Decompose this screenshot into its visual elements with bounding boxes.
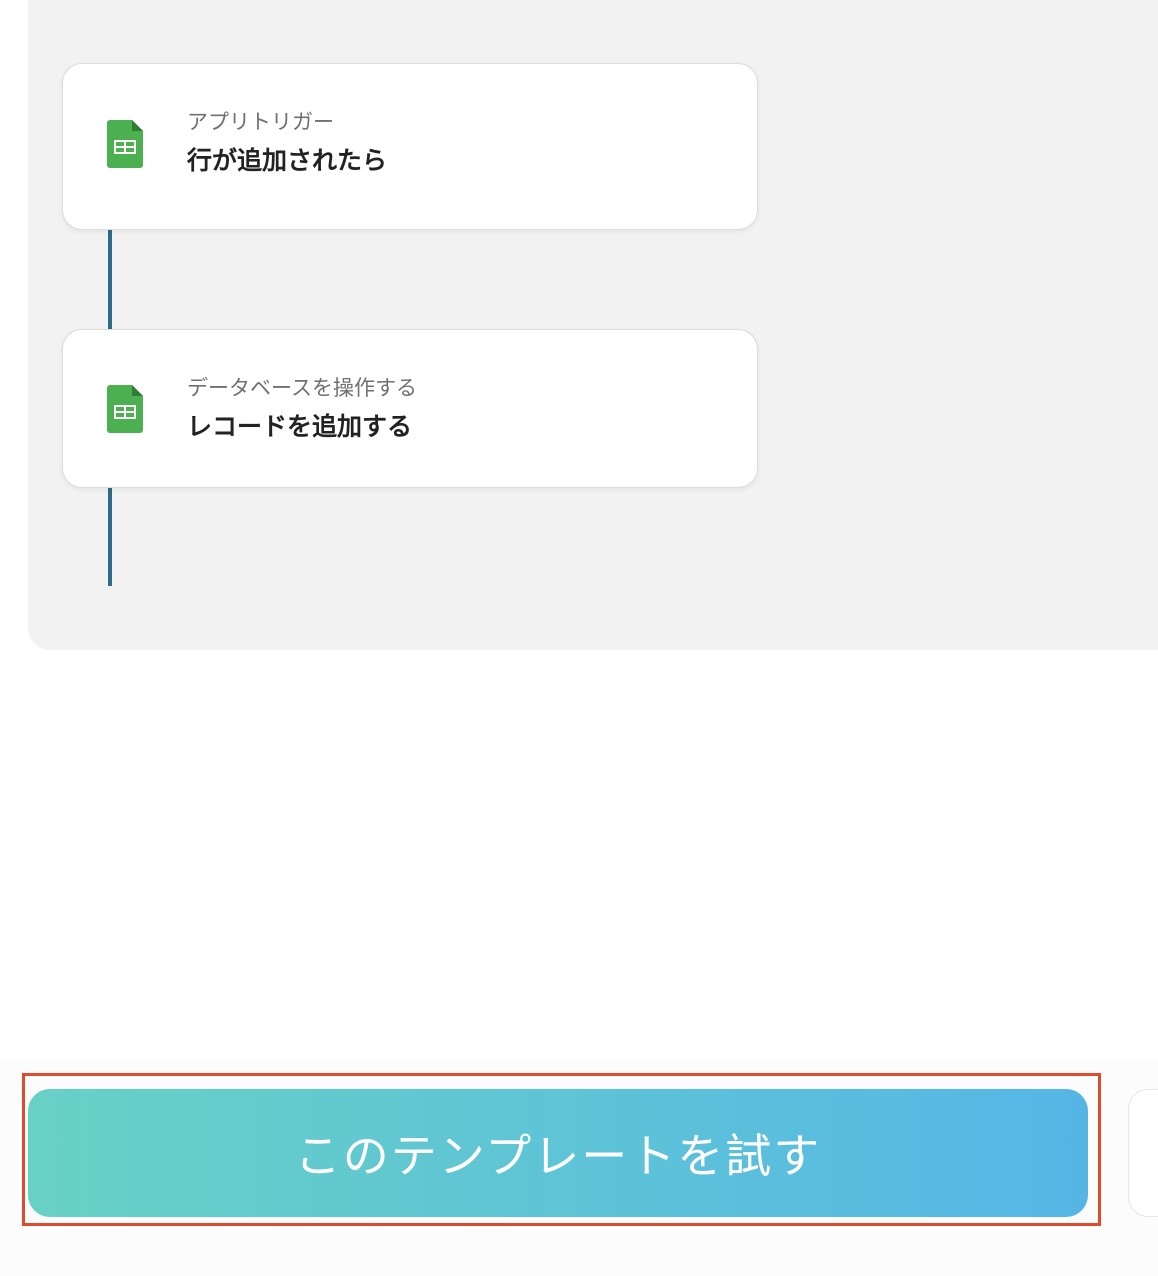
flow-connector-line: [108, 488, 112, 586]
flow-step-action[interactable]: データベースを操作する レコードを追加する: [62, 329, 758, 488]
flow-step-trigger[interactable]: アプリトリガー 行が追加されたら: [62, 63, 758, 230]
step-title: レコードを追加する: [187, 412, 413, 441]
secondary-button-partial[interactable]: [1128, 1089, 1158, 1217]
step-title: 行が追加されたら: [187, 146, 388, 175]
step-subtitle: アプリトリガー: [187, 110, 334, 134]
step-text: アプリトリガー 行が追加されたら: [187, 108, 387, 178]
step-text: データベースを操作する レコードを追加する: [187, 374, 417, 444]
step-subtitle: データベースを操作する: [187, 376, 417, 400]
google-sheets-icon: [107, 385, 143, 433]
page: アプリトリガー 行が追加されたら データベースを操作する レコードを追加する こ…: [0, 0, 1158, 1276]
google-sheets-icon: [107, 120, 143, 168]
try-template-button[interactable]: このテンプレートを試す: [28, 1089, 1088, 1217]
flow-connector-line: [108, 230, 112, 330]
